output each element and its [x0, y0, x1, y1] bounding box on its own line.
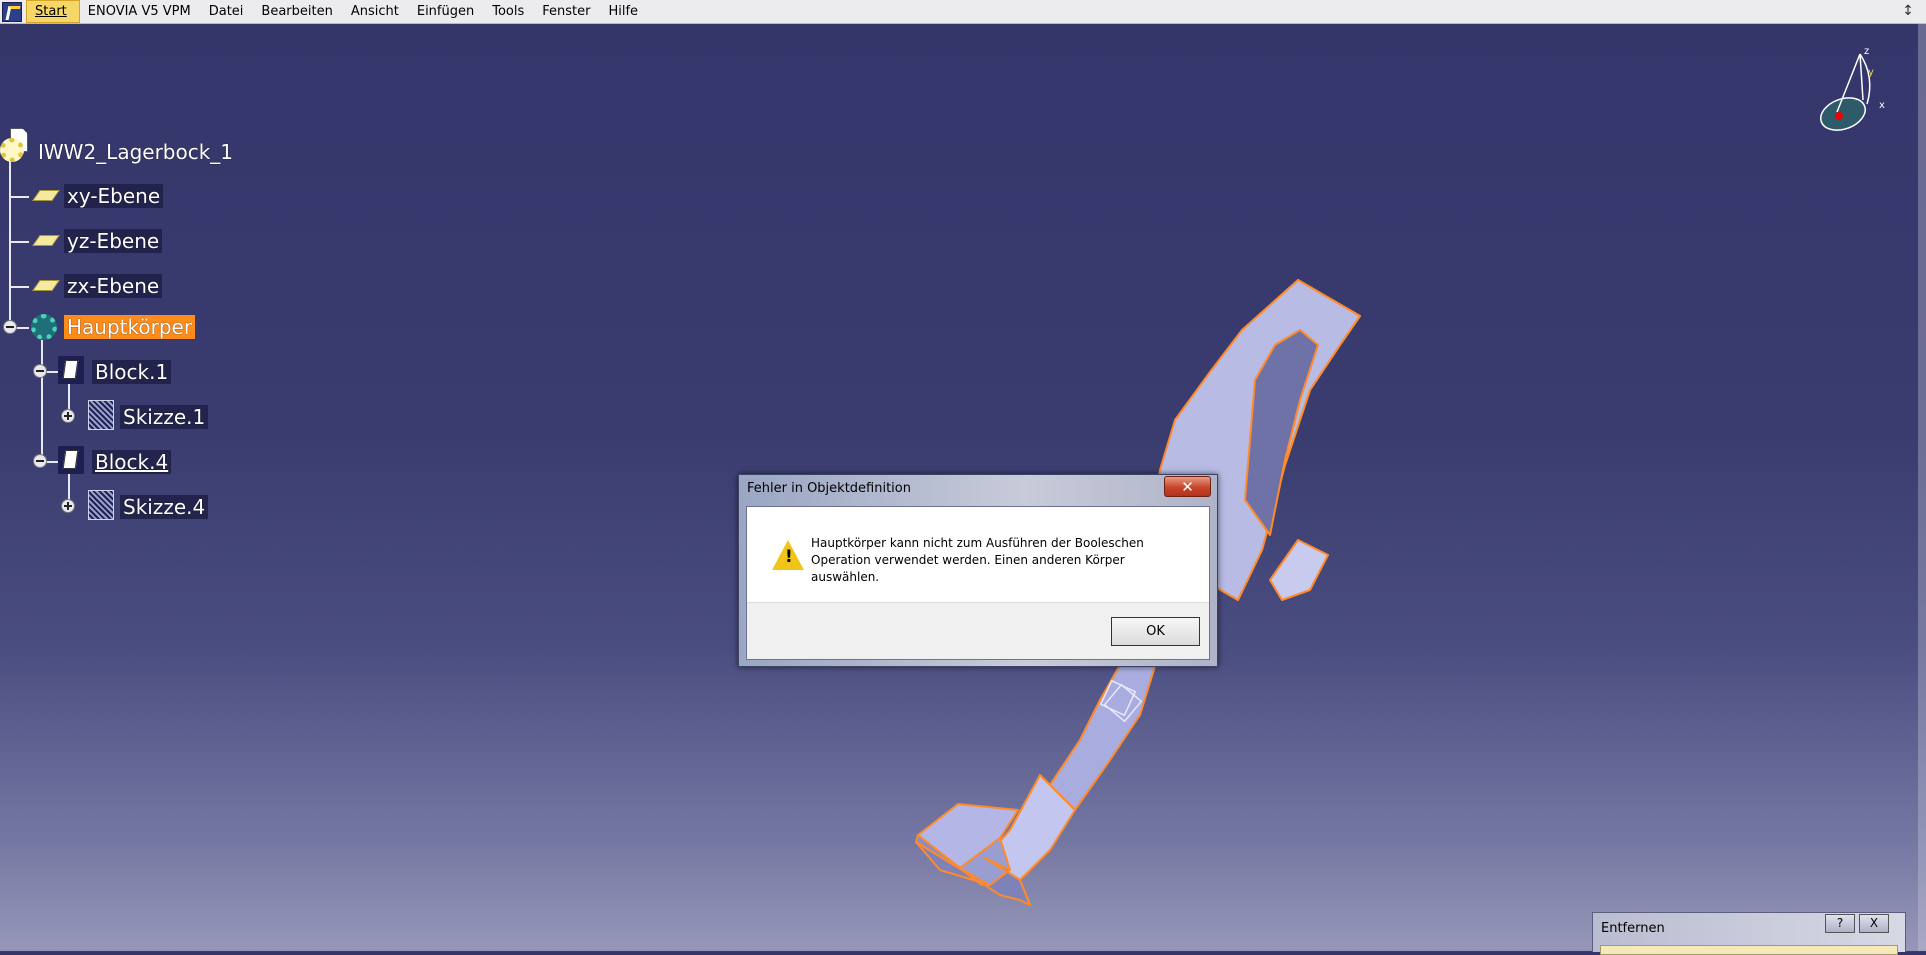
collapse-body-icon[interactable] — [3, 320, 17, 334]
dialog-footer: OK — [747, 602, 1209, 659]
warning-exclamation-icon: ! — [785, 547, 793, 567]
error-dialog: Fehler in Objektdefinition ✕ ! Hauptkörp… — [738, 474, 1218, 667]
panel-help-button[interactable]: ? — [1825, 914, 1855, 933]
tree-connector — [9, 286, 29, 288]
expand-sketch4-icon[interactable] — [61, 499, 75, 513]
tree-item-block1[interactable]: Block.1 — [92, 360, 172, 384]
tree-item-sketch4[interactable]: Skizze.4 — [120, 495, 209, 519]
dialog-title: Fehler in Objektdefinition — [747, 481, 911, 496]
tree-item-main-body[interactable]: Hauptkörper — [64, 315, 196, 339]
tree-connector — [9, 160, 11, 328]
tree-connector — [41, 340, 43, 463]
sketch-icon — [88, 490, 114, 520]
panel-selection-field[interactable] — [1600, 945, 1898, 955]
compass-center-icon — [1835, 112, 1843, 120]
part-body-icon — [31, 314, 57, 340]
sketch-icon — [88, 400, 114, 430]
part-shaft — [1049, 649, 1161, 811]
part-gear-icon — [0, 138, 24, 162]
tree-item-yz-plane[interactable]: yz-Ebene — [64, 229, 163, 253]
dialog-message: Hauptkörper kann nicht zum Ausführen der… — [811, 536, 1144, 584]
tree-connector — [9, 196, 29, 198]
tree-item-zx-plane[interactable]: zx-Ebene — [64, 274, 163, 298]
collapse-block1-icon[interactable] — [33, 364, 47, 378]
compass-x-label: x — [1879, 100, 1885, 111]
compass-z-label: z — [1864, 46, 1869, 57]
dialog-body: ! Hauptkörper kann nicht zum Ausführen d… — [746, 506, 1210, 660]
compass-y-label: y — [1868, 67, 1874, 78]
part-hook-tip — [1269, 539, 1329, 601]
tree-item-sketch1[interactable]: Skizze.1 — [120, 405, 209, 429]
ok-button[interactable]: OK — [1111, 617, 1200, 646]
remove-panel: Entfernen ? X — [1592, 912, 1906, 955]
panel-title: Entfernen — [1601, 921, 1665, 936]
expand-sketch1-icon[interactable] — [61, 409, 75, 423]
pad-feature-icon — [58, 356, 84, 384]
tree-item-block4[interactable]: Block.4 — [92, 450, 172, 474]
compass-widget[interactable]: z y x — [1805, 42, 1885, 142]
tree-root-label[interactable]: IWW2_Lagerbock_1 — [38, 140, 233, 164]
dialog-close-button[interactable]: ✕ — [1164, 476, 1211, 497]
collapse-block4-icon[interactable] — [33, 454, 47, 468]
tree-item-xy-plane[interactable]: xy-Ebene — [64, 184, 164, 208]
tree-connector — [9, 241, 29, 243]
panel-close-button[interactable]: X — [1859, 914, 1889, 933]
pad-feature-icon — [58, 446, 84, 474]
